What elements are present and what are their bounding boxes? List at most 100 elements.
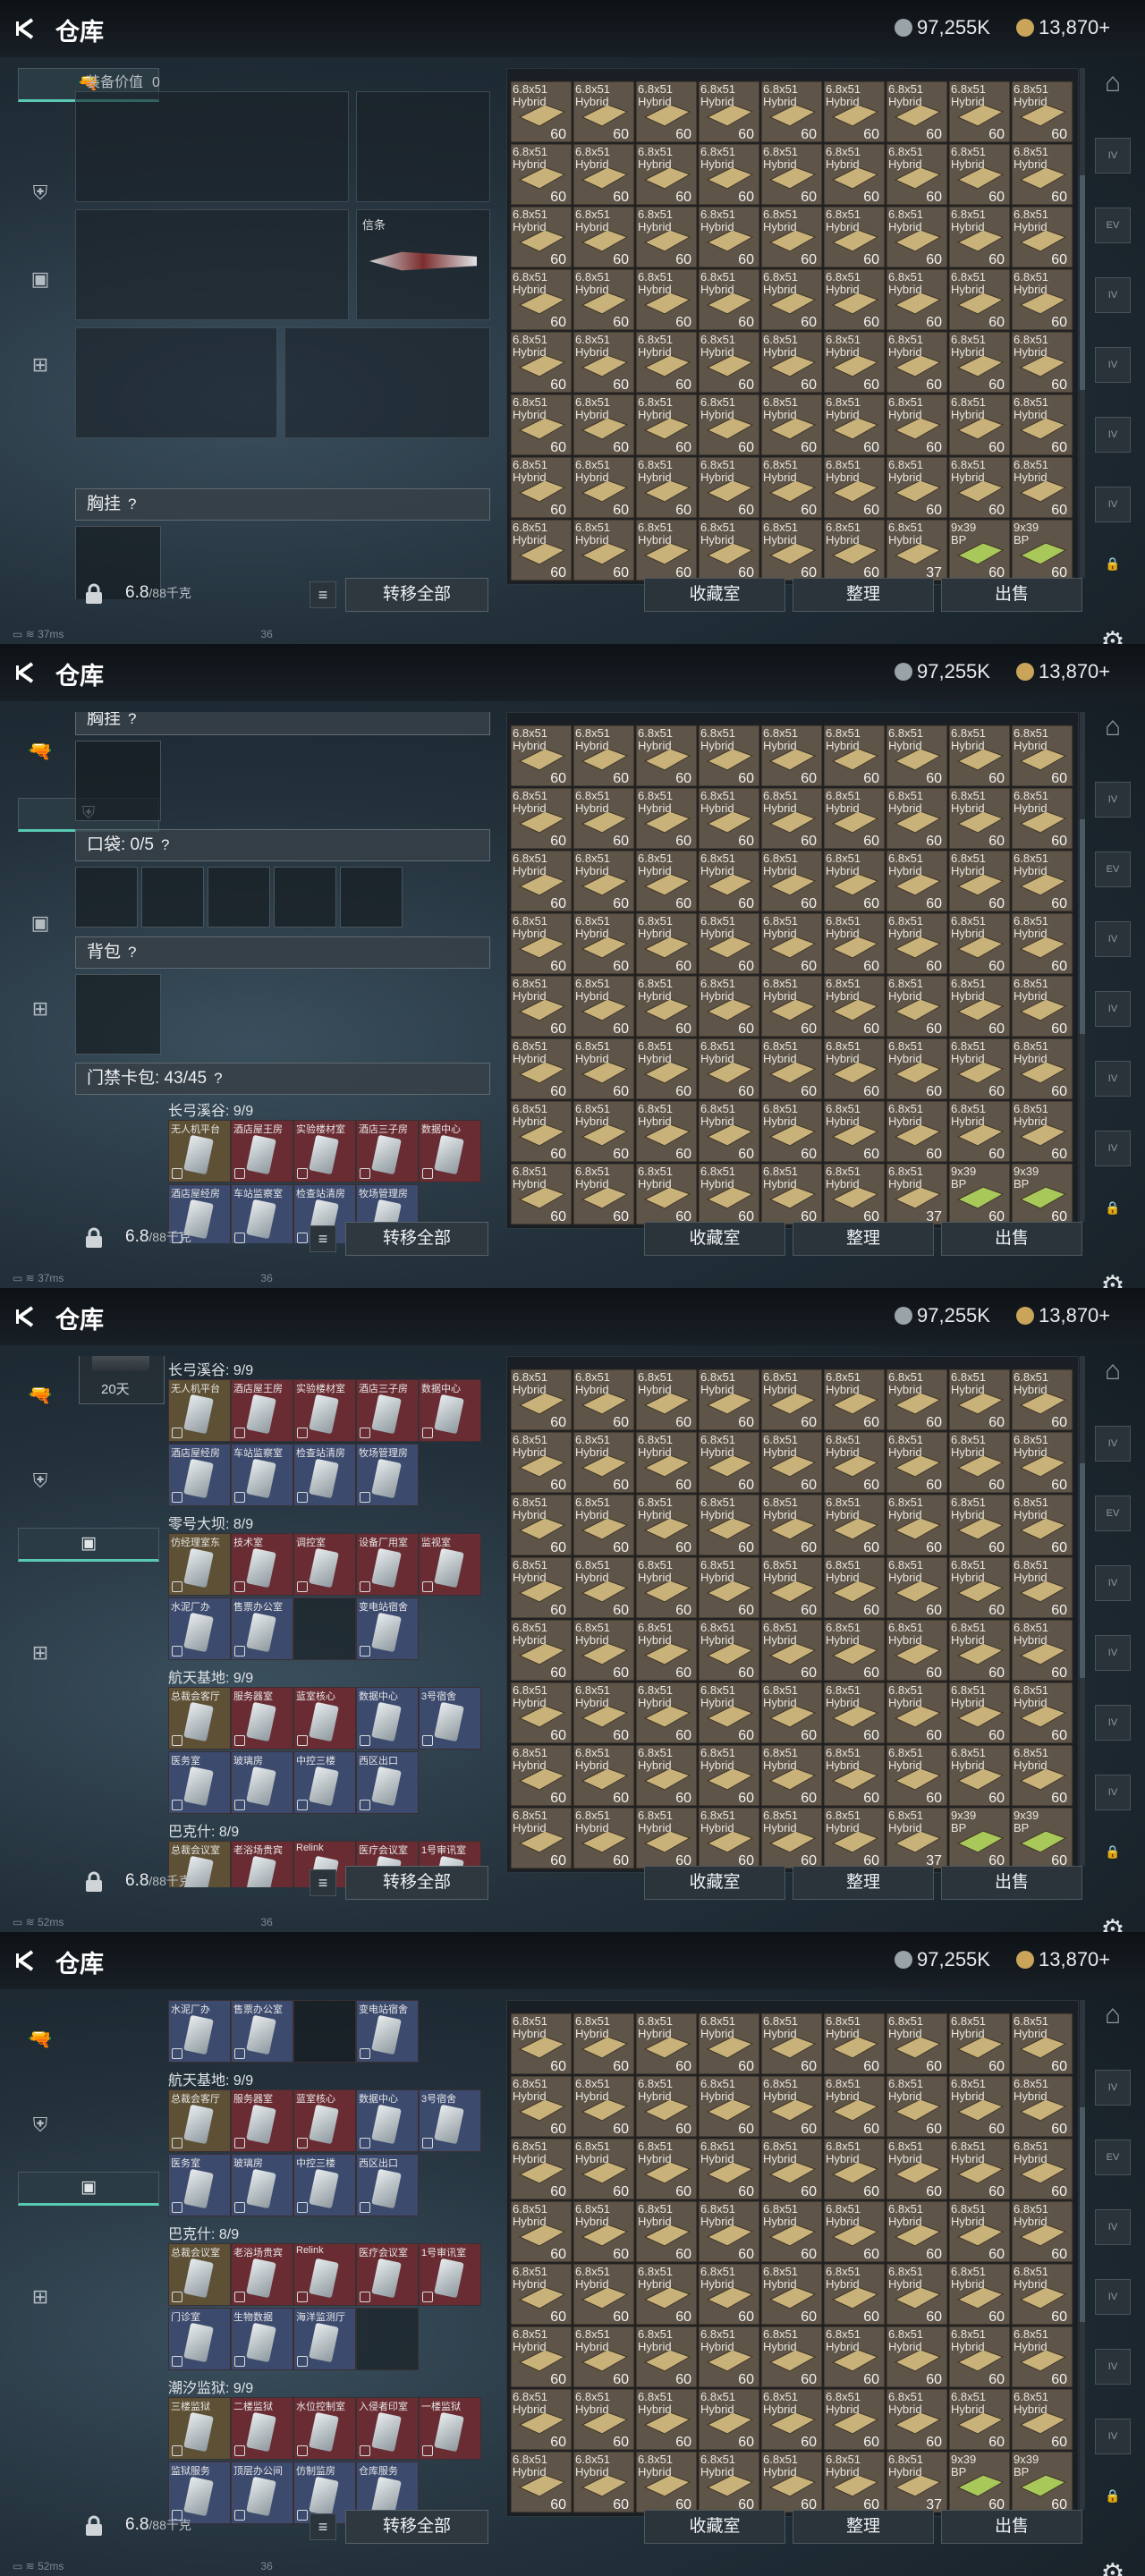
tab-2-tab[interactable]: EV xyxy=(1095,208,1131,243)
ammo-stack[interactable]: 6.8x51Hybrid60 xyxy=(823,2451,886,2513)
ammo-stack[interactable]: 6.8x51Hybrid60 xyxy=(760,1431,823,1494)
ammo-stack[interactable]: 6.8x51Hybrid60 xyxy=(698,912,760,975)
nav-case-button[interactable]: ⊞ xyxy=(18,970,63,1048)
ammo-stack[interactable]: 6.8x51Hybrid60 xyxy=(948,1038,1011,1100)
ammo-stack[interactable]: 6.8x51Hybrid60 xyxy=(823,331,886,394)
ammo-stack[interactable]: 6.8x51Hybrid60 xyxy=(760,912,823,975)
ammo-stack[interactable]: 6.8x51Hybrid60 xyxy=(510,787,572,850)
access-card[interactable]: 入侵者印室 xyxy=(356,2397,419,2460)
ammo-stack[interactable]: 6.8x51Hybrid60 xyxy=(698,2075,760,2138)
ammo-stack[interactable]: 6.8x51Hybrid60 xyxy=(510,2451,572,2513)
ammo-stack[interactable]: 6.8x51Hybrid60 xyxy=(823,2388,886,2451)
ammo-stack[interactable]: 6.8x51Hybrid60 xyxy=(510,394,572,456)
ammo-stack[interactable]: 6.8x51Hybrid60 xyxy=(572,1744,635,1807)
tab-4-tab[interactable]: IV xyxy=(1095,347,1131,383)
tab-6-tab[interactable]: IV xyxy=(1095,1775,1131,1810)
access-card[interactable]: 实验楼材室 xyxy=(293,1379,356,1442)
ammo-stack[interactable]: 6.8x51Hybrid60 xyxy=(823,206,886,268)
ammo-stack[interactable]: 6.8x51Hybrid60 xyxy=(1011,2263,1073,2326)
sell-button[interactable]: 出售 xyxy=(941,1222,1082,1256)
tab-2-tab[interactable]: EV xyxy=(1095,2140,1131,2175)
ammo-stack[interactable]: 6.8x51Hybrid60 xyxy=(572,456,635,519)
access-card[interactable]: 中控三楼 xyxy=(293,2154,356,2216)
organize-button[interactable]: 整理 xyxy=(793,1222,934,1256)
ammo-stack[interactable]: 6.8x51Hybrid60 xyxy=(760,143,823,206)
tab-5-tab[interactable]: IV xyxy=(1095,417,1131,453)
ammo-stack[interactable]: 6.8x51Hybrid60 xyxy=(572,1682,635,1744)
ammo-stack[interactable]: 6.8x51Hybrid60 xyxy=(886,1556,948,1619)
nav-gear-button[interactable]: ▣ xyxy=(18,884,63,962)
ammo-stack[interactable]: 6.8x51Hybrid60 xyxy=(510,1494,572,1556)
ammo-stack[interactable]: 6.8x51Hybrid60 xyxy=(510,1619,572,1682)
access-card[interactable]: 仿经理室东 xyxy=(168,1533,231,1596)
help-icon[interactable]: ? xyxy=(128,712,136,727)
help-icon[interactable]: ? xyxy=(161,836,169,853)
ammo-stack[interactable]: 6.8x51Hybrid60 xyxy=(823,1494,886,1556)
scroll-thumb[interactable] xyxy=(1080,175,1085,390)
ammo-stack[interactable]: 6.8x51Hybrid60 xyxy=(1011,394,1073,456)
ammo-stack[interactable]: 6.8x51Hybrid60 xyxy=(698,394,760,456)
ammo-stack[interactable]: 6.8x51Hybrid60 xyxy=(948,787,1011,850)
ammo-stack[interactable]: 6.8x51Hybrid60 xyxy=(823,1556,886,1619)
ammo-stack[interactable]: 6.8x51Hybrid60 xyxy=(510,1163,572,1225)
ammo-stack[interactable]: 6.8x51Hybrid60 xyxy=(698,206,760,268)
stash-canvas[interactable]: 6.8x51Hybrid606.8x51Hybrid606.8x51Hybrid… xyxy=(507,1357,1079,1873)
ammo-stack[interactable]: 6.8x51Hybrid37 xyxy=(886,2451,948,2513)
ammo-stack[interactable]: 6.8x51Hybrid60 xyxy=(572,787,635,850)
stash-canvas[interactable]: 6.8x51Hybrid606.8x51Hybrid606.8x51Hybrid… xyxy=(507,69,1079,585)
ammo-stack[interactable]: 6.8x51Hybrid60 xyxy=(823,2138,886,2200)
ammo-stack[interactable]: 6.8x51Hybrid60 xyxy=(635,2388,698,2451)
nav-weapon-button[interactable]: 🔫 xyxy=(18,712,63,791)
ammo-stack[interactable]: 6.8x51Hybrid60 xyxy=(572,519,635,581)
ammo-stack[interactable]: 6.8x51Hybrid60 xyxy=(948,2388,1011,2451)
ammo-stack[interactable]: 6.8x51Hybrid60 xyxy=(510,1807,572,1869)
nav-case-button[interactable]: ⊞ xyxy=(18,1614,63,1692)
list-view-button[interactable]: ≡ xyxy=(310,1869,336,1896)
ammo-stack[interactable]: 6.8x51Hybrid60 xyxy=(572,206,635,268)
ammo-stack[interactable]: 6.8x51Hybrid60 xyxy=(760,1494,823,1556)
tab-1-tab[interactable]: IV xyxy=(1095,138,1131,174)
access-card[interactable]: 酒店屋王房 xyxy=(231,1120,293,1182)
ammo-stack[interactable]: 6.8x51Hybrid60 xyxy=(698,2451,760,2513)
settings-icon[interactable]: ⚙ xyxy=(1095,1914,1131,1932)
ammo-stack[interactable]: 6.8x51Hybrid60 xyxy=(635,143,698,206)
ammo-stack[interactable]: 6.8x51Hybrid60 xyxy=(886,1682,948,1744)
access-card[interactable]: 数据中心 xyxy=(419,1120,481,1182)
ammo-stack[interactable]: 6.8x51Hybrid60 xyxy=(823,1807,886,1869)
ammo-stack[interactable]: 6.8x51Hybrid60 xyxy=(886,787,948,850)
ammo-stack[interactable]: 6.8x51Hybrid60 xyxy=(760,331,823,394)
ammo-stack[interactable]: 6.8x51Hybrid60 xyxy=(948,2012,1011,2075)
access-card[interactable]: 3号宿舍 xyxy=(419,1687,481,1750)
ammo-stack[interactable]: 6.8x51Hybrid60 xyxy=(635,1619,698,1682)
ammo-stack[interactable]: 6.8x51Hybrid60 xyxy=(635,2326,698,2388)
ammo-stack[interactable]: 6.8x51Hybrid60 xyxy=(635,456,698,519)
ammo-stack[interactable]: 6.8x51Hybrid60 xyxy=(886,1431,948,1494)
access-card[interactable]: 西区出口 xyxy=(356,2154,419,2216)
ammo-stack[interactable]: 6.8x51Hybrid60 xyxy=(572,850,635,912)
ammo-stack[interactable]: 6.8x51Hybrid60 xyxy=(572,2326,635,2388)
ammo-stack[interactable]: 6.8x51Hybrid60 xyxy=(948,2263,1011,2326)
pocket-slot[interactable] xyxy=(274,867,336,928)
tab-3-tab[interactable]: IV xyxy=(1095,1565,1131,1601)
stash-scrollbar[interactable] xyxy=(1080,1356,1085,1866)
ammo-stack[interactable]: 6.8x51Hybrid60 xyxy=(635,80,698,143)
ammo-stack[interactable]: 6.8x51Hybrid60 xyxy=(635,2012,698,2075)
ammo-stack[interactable]: 6.8x51Hybrid60 xyxy=(886,2263,948,2326)
ammo-stack[interactable]: 6.8x51Hybrid60 xyxy=(635,724,698,787)
ammo-stack[interactable]: 6.8x51Hybrid60 xyxy=(760,80,823,143)
ammo-stack[interactable]: 6.8x51Hybrid60 xyxy=(698,975,760,1038)
ammo-stack[interactable]: 6.8x51Hybrid60 xyxy=(823,456,886,519)
ammo-stack[interactable]: 6.8x51Hybrid60 xyxy=(698,519,760,581)
ammo-stack[interactable]: 6.8x51Hybrid60 xyxy=(698,1368,760,1431)
ammo-stack[interactable]: 6.8x51Hybrid60 xyxy=(948,2200,1011,2263)
ammo-stack[interactable]: 6.8x51Hybrid60 xyxy=(886,2012,948,2075)
ammo-stack[interactable]: 6.8x51Hybrid60 xyxy=(510,2388,572,2451)
list-view-button[interactable]: ≡ xyxy=(310,581,336,608)
ammo-stack[interactable]: 6.8x51Hybrid60 xyxy=(698,1163,760,1225)
ammo-stack[interactable]: 6.8x51Hybrid60 xyxy=(886,2388,948,2451)
ammo-stack[interactable]: 6.8x51Hybrid60 xyxy=(510,2075,572,2138)
ammo-stack[interactable]: 6.8x51Hybrid60 xyxy=(510,2263,572,2326)
ammo-stack[interactable]: 6.8x51Hybrid60 xyxy=(635,1368,698,1431)
ammo-stack[interactable]: 6.8x51Hybrid60 xyxy=(823,2326,886,2388)
ammo-stack[interactable]: 6.8x51Hybrid60 xyxy=(572,2012,635,2075)
